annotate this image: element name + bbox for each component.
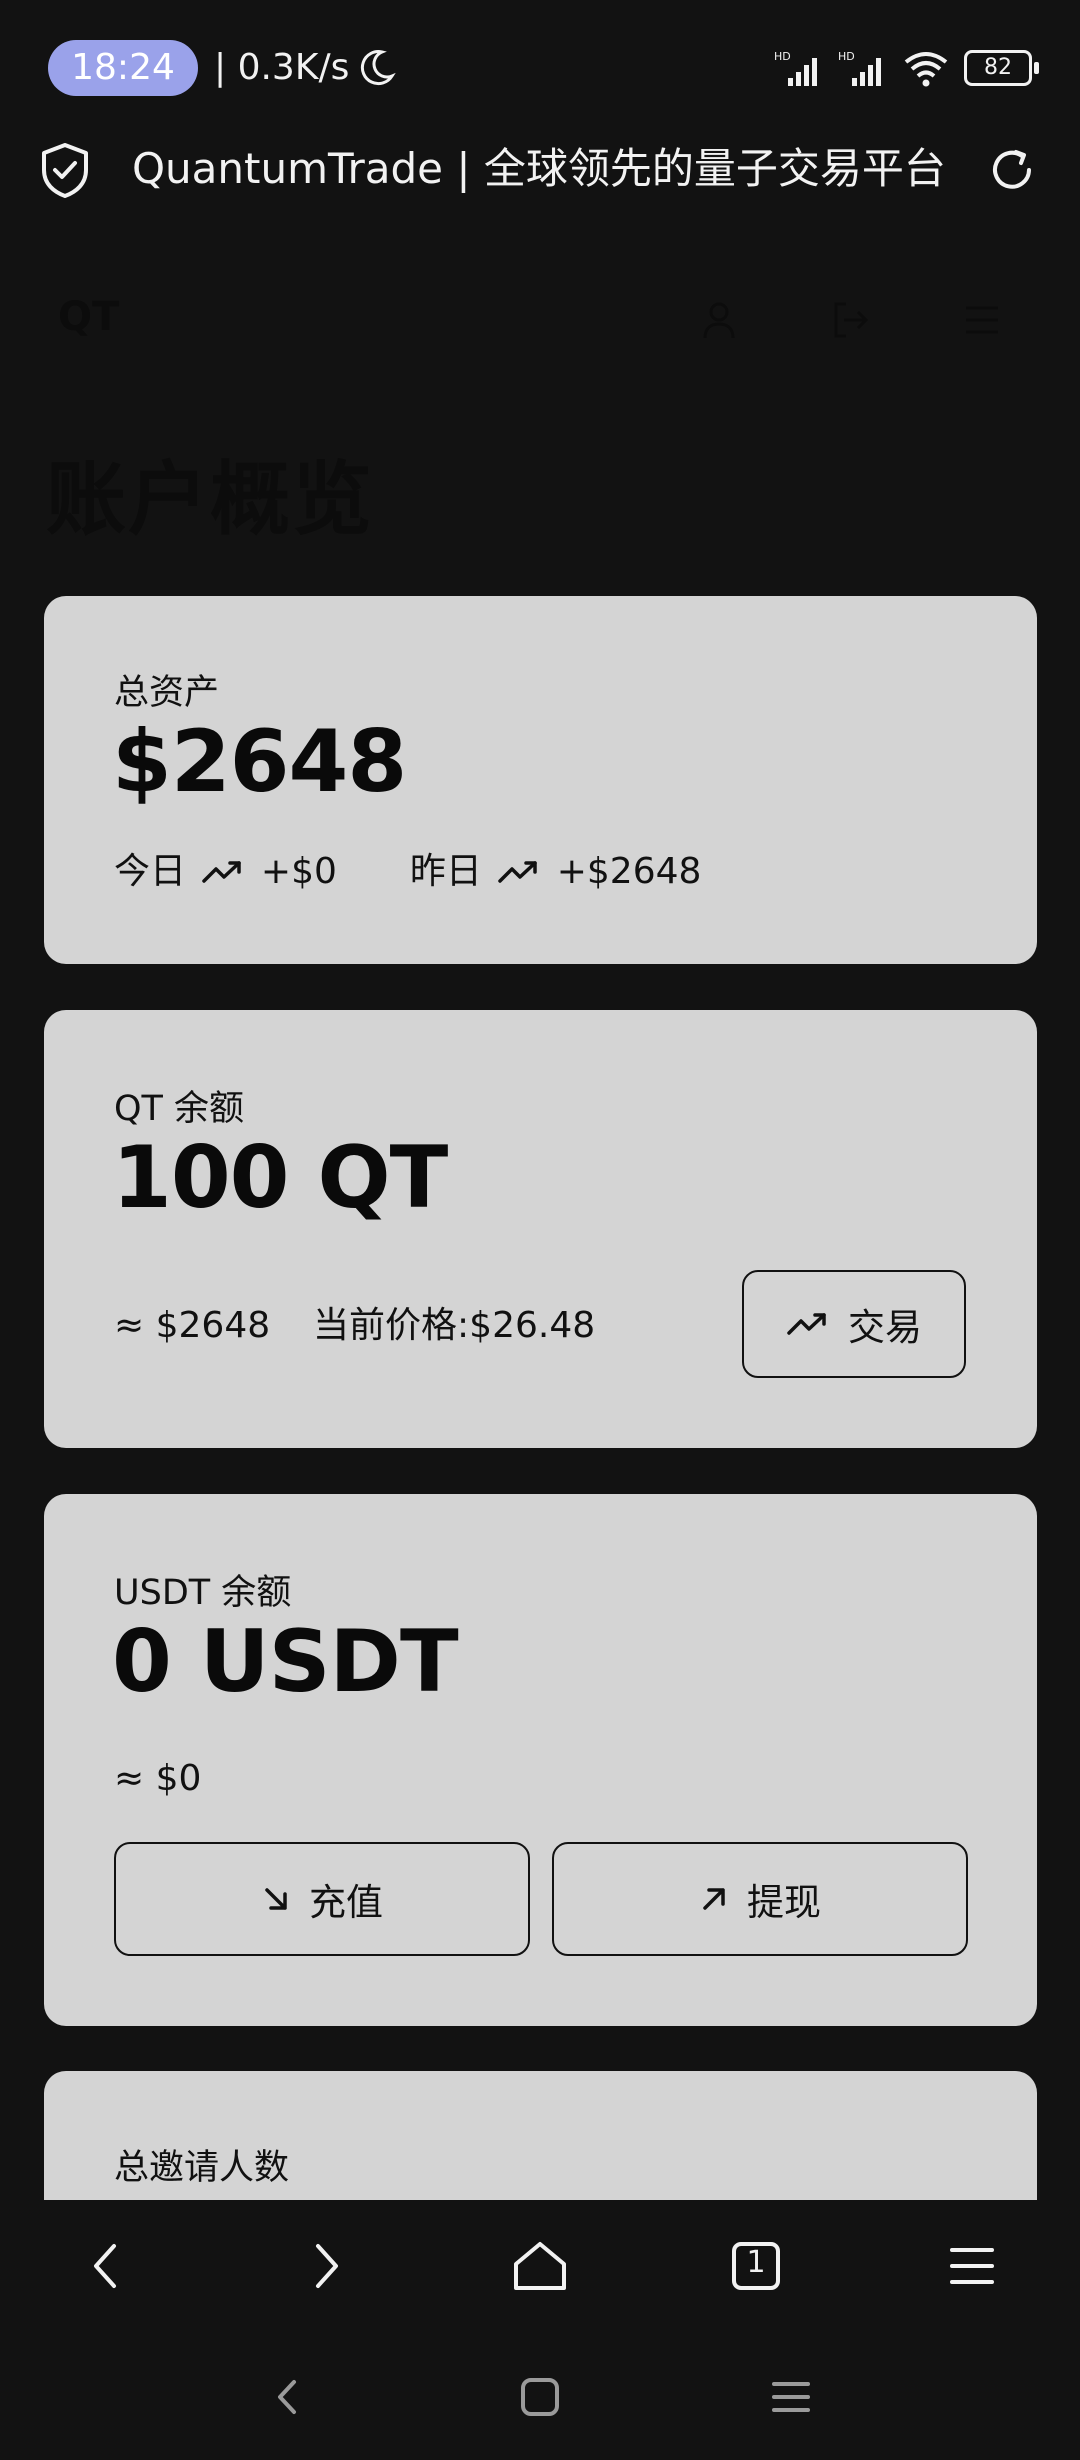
withdraw-button-label: 提现 bbox=[747, 1881, 821, 1924]
qt-price-row: ≈ $2648 当前价格:$26.48 bbox=[114, 1296, 595, 1348]
signal-icon: HD bbox=[838, 50, 881, 86]
total-assets-value: $2648 bbox=[112, 712, 407, 812]
change-row: 今日 +$0 昨日 +$2648 bbox=[114, 842, 701, 894]
moon-icon bbox=[360, 50, 396, 86]
trending-up-icon bbox=[498, 861, 538, 883]
status-bar: 18:24 | 0.3K/s HD HD 82 bbox=[0, 0, 1080, 132]
qt-usd-equivalent: ≈ $2648 bbox=[114, 1305, 271, 1346]
withdraw-button[interactable]: 提现 bbox=[552, 1842, 968, 1956]
yesterday-change: +$2648 bbox=[556, 851, 702, 892]
qt-balance-label: QT 余额 bbox=[114, 1089, 245, 1129]
tabs-count: 1 bbox=[746, 2245, 766, 2280]
system-home-icon[interactable] bbox=[515, 2372, 565, 2422]
usdt-balance-card: USDT 余额 0 USDT ≈ $0 充值 提现 bbox=[44, 1494, 1037, 2026]
page-heading: 账户概览 bbox=[46, 453, 374, 546]
invites-label: 总邀请人数 bbox=[114, 2148, 290, 2188]
signal-icon: HD bbox=[774, 50, 817, 86]
deposit-button-label: 充值 bbox=[309, 1881, 383, 1924]
today-change: +$0 bbox=[260, 851, 337, 892]
usdt-balance-value: 0 USDT bbox=[112, 1612, 459, 1712]
svg-text:HD: HD bbox=[838, 50, 855, 63]
shield-check-icon[interactable] bbox=[40, 142, 90, 198]
svg-text:HD: HD bbox=[774, 50, 791, 63]
back-icon[interactable] bbox=[76, 2234, 140, 2298]
browser-bottom-nav: 1 bbox=[0, 2200, 1080, 2332]
system-recents-icon[interactable] bbox=[766, 2372, 816, 2422]
wifi-icon bbox=[904, 52, 948, 87]
system-nav-bar bbox=[0, 2332, 1080, 2460]
trending-up-icon bbox=[787, 1313, 826, 1335]
site-logo[interactable]: QT bbox=[58, 294, 119, 340]
browser-address-bar: QuantumTrade | 全球领先的量子交易平台 bbox=[0, 132, 1080, 224]
battery-icon: 82 bbox=[964, 50, 1039, 86]
network-speed: | 0.3K/s bbox=[214, 47, 350, 88]
site-header: QT bbox=[0, 270, 1080, 370]
arrow-up-right-icon bbox=[703, 1888, 725, 1910]
tabs-button[interactable]: 1 bbox=[724, 2234, 788, 2298]
usdt-usd-equivalent: ≈ $0 bbox=[114, 1758, 202, 1799]
total-assets-card: 总资产 $2648 今日 +$0 昨日 +$2648 bbox=[44, 596, 1037, 964]
page-title[interactable]: QuantumTrade | 全球领先的量子交易平台 bbox=[132, 136, 962, 202]
today-label: 今日 bbox=[114, 851, 187, 892]
status-time: 18:24 bbox=[48, 40, 198, 96]
menu-icon[interactable] bbox=[960, 298, 1004, 342]
yesterday-label: 昨日 bbox=[409, 851, 482, 892]
usdt-balance-label: USDT 余额 bbox=[114, 1573, 292, 1613]
trade-button[interactable]: 交易 bbox=[742, 1270, 966, 1378]
browser-menu-icon[interactable] bbox=[940, 2234, 1004, 2298]
network-speed-value: 0.3K/s bbox=[237, 47, 350, 88]
trade-button-label: 交易 bbox=[848, 1306, 922, 1349]
status-icons: HD HD 82 bbox=[774, 44, 1039, 92]
qt-balance-card: QT 余额 100 QT ≈ $2648 当前价格:$26.48 交易 bbox=[44, 1010, 1037, 1448]
arrow-down-right-icon bbox=[265, 1888, 287, 1910]
trending-up-icon bbox=[202, 861, 242, 883]
forward-icon[interactable] bbox=[292, 2234, 356, 2298]
total-assets-label: 总资产 bbox=[114, 673, 220, 713]
reload-icon[interactable] bbox=[986, 144, 1038, 196]
qt-balance-value: 100 QT bbox=[112, 1128, 448, 1228]
user-icon[interactable] bbox=[697, 298, 741, 342]
logout-icon[interactable] bbox=[828, 298, 872, 342]
system-back-icon[interactable] bbox=[264, 2372, 314, 2422]
deposit-button[interactable]: 充值 bbox=[114, 1842, 530, 1956]
qt-current-price: 当前价格:$26.48 bbox=[313, 1305, 596, 1346]
home-icon[interactable] bbox=[508, 2234, 572, 2298]
